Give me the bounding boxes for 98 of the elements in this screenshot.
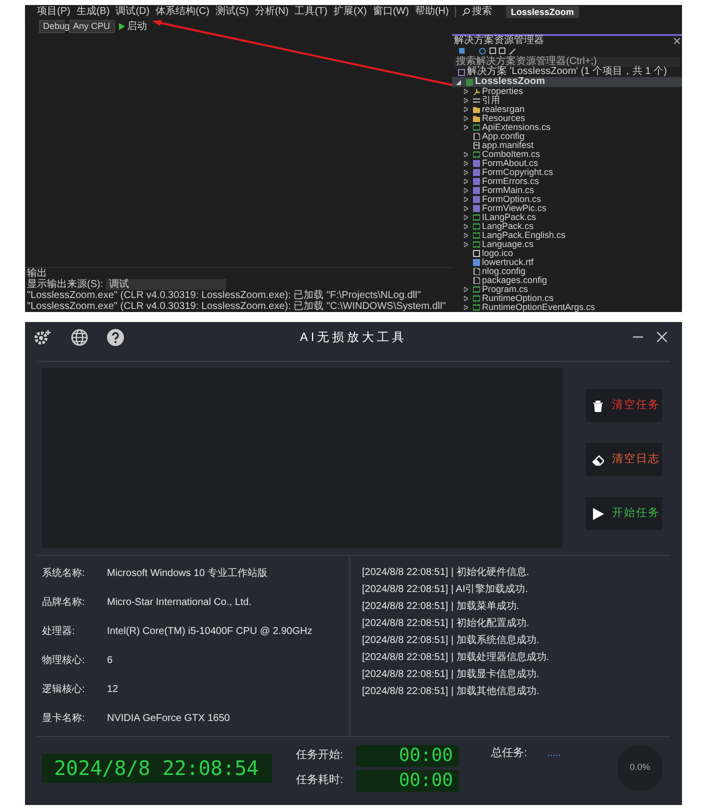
- help-icon: [107, 328, 124, 346]
- file-tree-item[interactable]: realesrgan: [482, 105, 525, 114]
- start-button[interactable]: 启动: [119, 20, 147, 32]
- file-tree-item[interactable]: ApiExtensions.cs: [482, 123, 551, 132]
- menu-item[interactable]: 测试(S): [215, 6, 249, 18]
- log-line: [2024/8/8 22:08:51] | 加载显卡信息成功.: [362, 668, 540, 681]
- file-tree-item[interactable]: lowertruck.rtf: [482, 258, 534, 268]
- info-label: 系统名称:: [42, 566, 86, 581]
- window-title: AI无损放大工具: [300, 329, 408, 346]
- info-value: Intel(R) Core(TM) i5-10400F CPU @ 2.90GHz: [107, 625, 312, 639]
- info-label: 物理核心:: [42, 654, 86, 668]
- file-tree-item[interactable]: nlog.config: [482, 267, 526, 276]
- action-button[interactable]: 清空任务: [586, 389, 662, 422]
- file-tree-item[interactable]: LangPack.cs: [482, 222, 534, 232]
- file-tree-item[interactable]: FormAbout.cs: [482, 159, 538, 168]
- info-value: Micro-Star International Co., Ltd.: [107, 596, 252, 610]
- log-line: [2024/8/8 22:08:51] | AI引擎加载成功.: [362, 583, 530, 596]
- csharp-file-icon: [473, 151, 480, 158]
- wrench-icon: [473, 88, 480, 96]
- total-tasks-value: .....: [547, 746, 561, 761]
- csharp-project-icon: [466, 78, 473, 86]
- menu-item[interactable]: 帮助(H): [414, 6, 449, 18]
- log-line: [2024/8/8 22:08:51] | 加载菜单成功.: [362, 600, 520, 613]
- file-tree-item[interactable]: Language.cs: [482, 240, 534, 250]
- file-tree-item[interactable]: Program.cs: [482, 285, 528, 294]
- menu-item[interactable]: 窗口(W): [372, 6, 409, 18]
- file-tree-item[interactable]: RuntimeOptionEventArgs.cs: [482, 303, 596, 312]
- timer-display: 00:00: [356, 770, 459, 792]
- output-panel-title: 输出: [26, 268, 48, 279]
- menu-item[interactable]: 生成(B): [76, 6, 110, 18]
- file-tree-item[interactable]: Properties: [482, 87, 524, 96]
- output-source-label: 显示输出来源(S):: [27, 279, 104, 290]
- info-value: NVIDIA GeForce GTX 1650: [107, 712, 230, 726]
- digital-clock: 2024/8/8 22:08:54: [42, 754, 272, 782]
- file-tree-item[interactable]: app.manifest: [482, 141, 534, 150]
- info-value: 12: [107, 683, 118, 697]
- file-tree-item[interactable]: FormErrors.cs: [482, 177, 539, 186]
- log-line: [2024/8/8 22:08:51] | 加载处理器信息成功.: [362, 651, 550, 664]
- action-button[interactable]: 开始任务: [586, 497, 662, 530]
- close-icon: [657, 332, 667, 342]
- info-label: 处理器:: [42, 624, 76, 639]
- file-tree-item[interactable]: ComboItem.cs: [482, 150, 540, 160]
- config-file-icon: [473, 133, 480, 140]
- log-line: [2024/8/8 22:08:51] | 加载其他信息成功.: [362, 685, 540, 698]
- file-tree-item[interactable]: 引用: [482, 96, 500, 106]
- output-source-dropdown[interactable]: 调试: [106, 279, 226, 290]
- search-icon: [462, 8, 470, 16]
- eraser-icon: [592, 454, 604, 466]
- timer-label: 任务耗时:: [296, 773, 344, 788]
- info-label: 品牌名称:: [42, 596, 86, 610]
- info-value: Microsoft Windows 10 专业工作站版: [107, 566, 268, 581]
- menu-item[interactable]: 调试(D): [116, 6, 150, 18]
- menu-item[interactable]: 工具(T): [294, 6, 328, 18]
- image-file-icon: [473, 250, 480, 258]
- file-tree-item[interactable]: FormCopyright.cs: [482, 168, 554, 178]
- platform-dropdown[interactable]: Any CPU: [69, 20, 115, 32]
- file-tree-item[interactable]: logo.ico: [482, 249, 514, 258]
- file-tree-item[interactable]: FormViewPic.cs: [482, 204, 546, 214]
- file-tree-item[interactable]: RuntimeOption.cs: [482, 294, 554, 304]
- menu-item[interactable]: 分析(N): [254, 6, 289, 18]
- manifest-file-icon: [473, 142, 480, 150]
- file-tree-item[interactable]: ILangPack.cs: [482, 213, 536, 222]
- total-tasks-label: 总任务:: [491, 746, 528, 761]
- log-line: [2024/8/8 22:08:51] | 初始化硬件信息.: [362, 566, 530, 579]
- info-value: 6: [107, 654, 113, 668]
- expanded-arrow-icon: [456, 80, 461, 85]
- file-tree-item[interactable]: LangPack.English.cs: [482, 231, 566, 240]
- references-icon: [473, 97, 480, 104]
- close-icon: [674, 38, 680, 44]
- file-tree-item[interactable]: FormOption.cs: [482, 195, 542, 204]
- file-tree-item[interactable]: Resources: [482, 114, 526, 124]
- menu-item[interactable]: 体系结构(C): [156, 6, 210, 18]
- info-label: 显卡名称:: [42, 712, 86, 726]
- csharp-file-icon: [473, 124, 480, 132]
- play-icon: [592, 508, 604, 520]
- play-icon: [119, 22, 125, 30]
- output-log-line: "LosslessZoom.exe" (CLR v4.0.30319: LosslessZoom.exe): 已加载 "F:\Projects\NLog.dll": [26, 290, 422, 301]
- panel-title: 解决方案资源管理器: [454, 36, 544, 46]
- output-log-line: "LosslessZoom.exe" (CLR v4.0.30319: LosslessZoom.exe): 已加载 "C:\WINDOWS\System.dll": [26, 301, 447, 312]
- menu-item[interactable]: 项目(P): [37, 6, 70, 18]
- search-button[interactable]: 搜索: [472, 6, 492, 18]
- trash-icon: [592, 400, 604, 412]
- file-tree-item[interactable]: packages.config: [482, 276, 548, 286]
- document-file-icon: [473, 259, 480, 266]
- info-label: 逻辑核心:: [42, 682, 86, 697]
- file-tree-item[interactable]: App.config: [482, 132, 525, 142]
- menu-item[interactable]: 扩展(X): [333, 6, 367, 18]
- timer-label: 任务开始:: [296, 748, 344, 764]
- action-button[interactable]: 清空日志: [586, 443, 662, 476]
- log-line: [2024/8/8 22:08:51] | 初始化配置成功.: [362, 617, 530, 630]
- file-tree-item[interactable]: FormMain.cs: [482, 186, 534, 196]
- globe-icon: [71, 328, 88, 346]
- settings-icon: [34, 329, 52, 345]
- log-line: [2024/8/8 22:08:51] | 加载系统信息成功.: [362, 634, 540, 647]
- timer-display: 00:00: [356, 744, 459, 766]
- solution-node[interactable]: 解决方案 'LosslessZoom' (1 个项目，共 1 个): [467, 67, 667, 78]
- project-name-badge: LosslessZoom: [506, 6, 579, 18]
- solution-icon: [458, 68, 465, 76]
